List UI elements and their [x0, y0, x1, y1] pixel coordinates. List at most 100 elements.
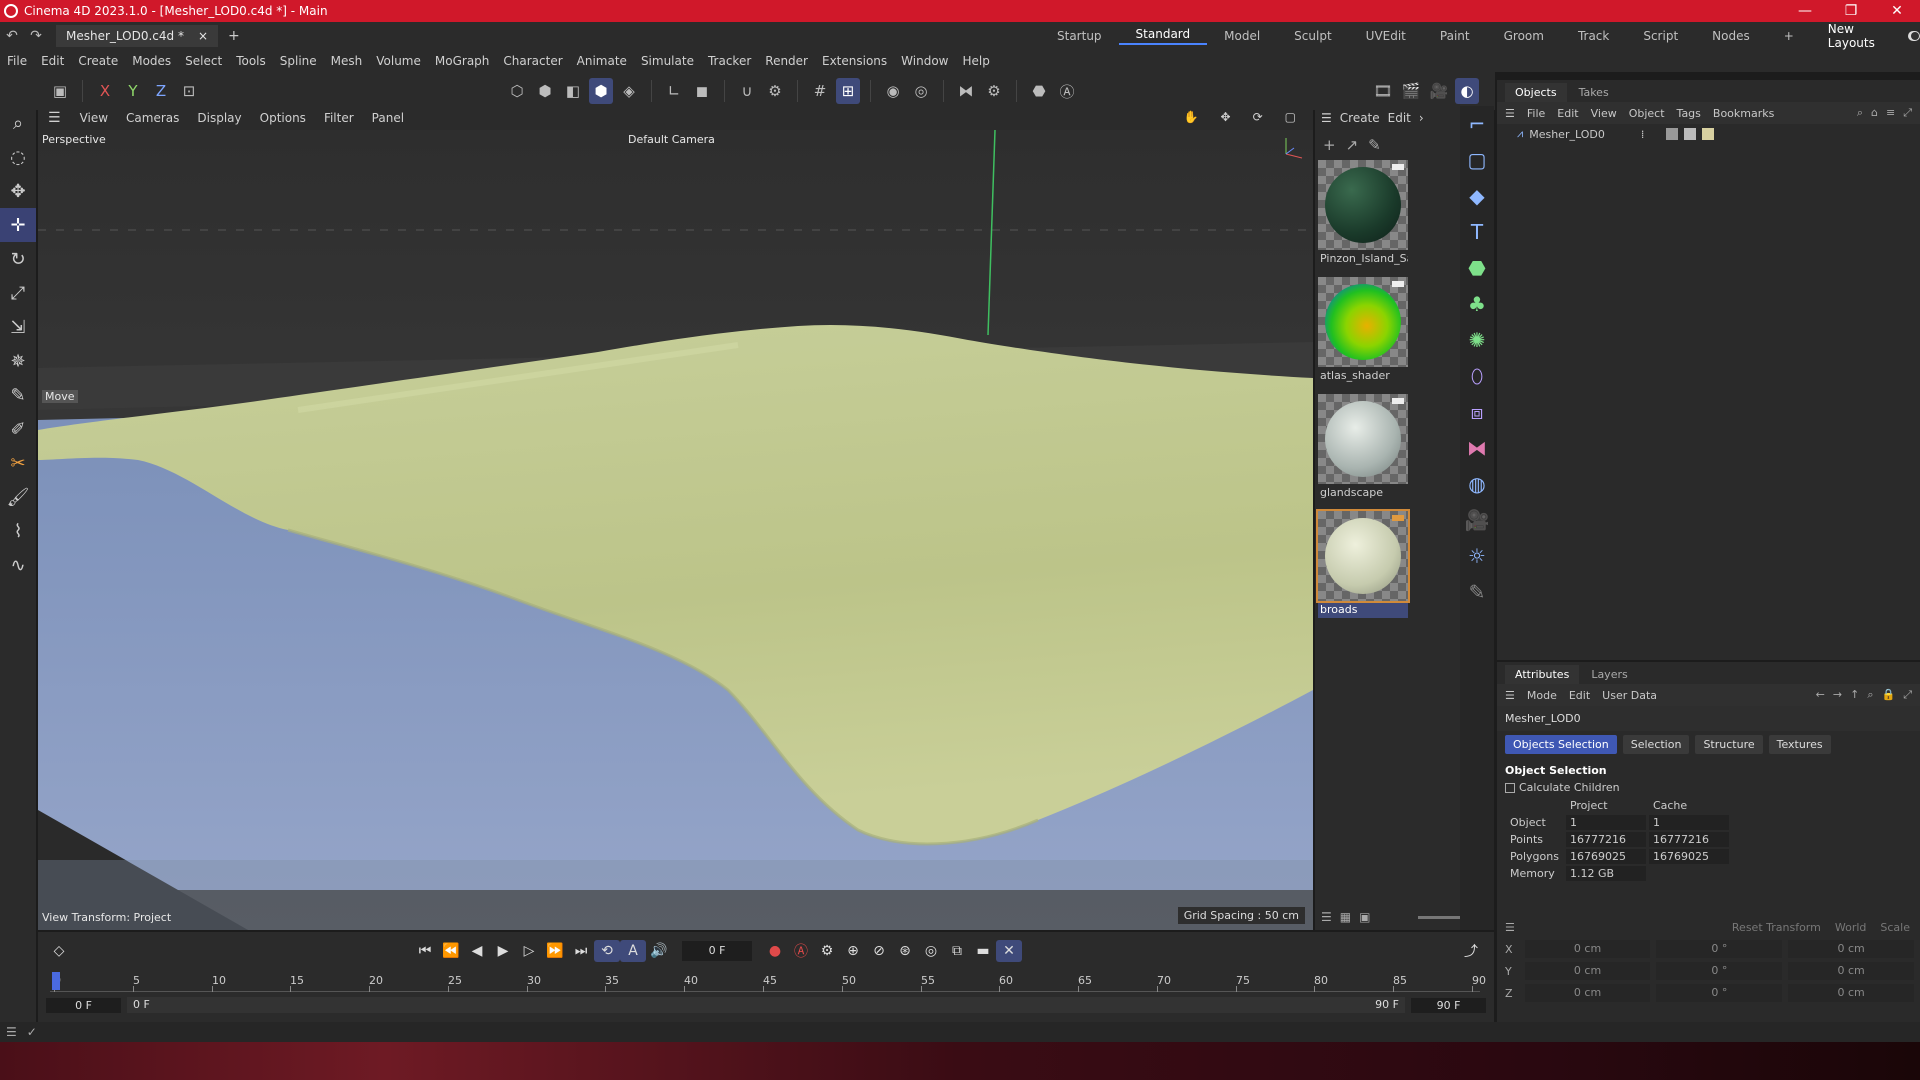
- object-menu-file[interactable]: File: [1527, 107, 1545, 120]
- object-row[interactable]: ⩘ Mesher_LOD0 ⁞: [1497, 124, 1920, 144]
- material-pinzon-island-sat[interactable]: Pinzon_Island_Sat: [1318, 160, 1408, 267]
- brush-tool-icon[interactable]: 🖌: [0, 480, 36, 514]
- key-rotation-icon[interactable]: ⊘: [866, 940, 892, 962]
- object-menu-edit[interactable]: Edit: [1557, 107, 1578, 120]
- animation-mode-icon[interactable]: A: [620, 940, 646, 962]
- viewport-menu-cameras[interactable]: Cameras: [117, 111, 188, 125]
- layout-tab-startup[interactable]: Startup: [1040, 29, 1119, 43]
- chip-objects-selection[interactable]: Objects Selection: [1505, 735, 1617, 754]
- snap-magnet-icon[interactable]: ∪: [735, 78, 759, 104]
- model-mode-icon[interactable]: ⬢: [589, 78, 613, 104]
- key-param-icon[interactable]: ◎: [918, 940, 944, 962]
- home-icon[interactable]: ⌂: [1871, 106, 1878, 120]
- new-window-icon[interactable]: ⤢: [1903, 688, 1912, 702]
- layout-tab-nodes[interactable]: Nodes: [1695, 29, 1767, 43]
- magnet-tool-icon[interactable]: ⌇: [0, 514, 36, 548]
- menu-tools[interactable]: Tools: [229, 54, 273, 68]
- menu-spline[interactable]: Spline: [273, 54, 324, 68]
- menu-modes[interactable]: Modes: [125, 54, 178, 68]
- search-icon[interactable]: ⌕: [0, 106, 36, 140]
- cloner-icon[interactable]: ♣: [1460, 286, 1494, 322]
- viewport-menu-options[interactable]: Options: [251, 111, 315, 125]
- edges-mode-icon[interactable]: ⬢: [533, 78, 557, 104]
- motion-icon[interactable]: ▬: [970, 940, 996, 962]
- visibility-dots-icon[interactable]: ⁞: [1641, 128, 1645, 141]
- position-z-field[interactable]: 0 cm: [1524, 984, 1651, 1002]
- autokey-icon[interactable]: Ⓐ: [788, 940, 814, 962]
- phong-tag-icon[interactable]: [1666, 128, 1679, 140]
- up-arrow-icon[interactable]: ↑: [1850, 688, 1859, 702]
- viewport-menu-display[interactable]: Display: [188, 111, 250, 125]
- points-mode-icon[interactable]: ⬡: [505, 78, 529, 104]
- volume-icon[interactable]: ⧓: [1460, 430, 1494, 466]
- key-pla-icon[interactable]: ⧉: [944, 940, 970, 962]
- rotate-view-icon[interactable]: ⟳: [1244, 110, 1272, 124]
- menu-help[interactable]: Help: [956, 54, 997, 68]
- solo-mode-icon[interactable]: ◼: [690, 78, 714, 104]
- next-frame-icon[interactable]: ▷: [516, 940, 542, 962]
- material-atlas-shader[interactable]: atlas_shader: [1318, 277, 1408, 384]
- object-menu-bookmarks[interactable]: Bookmarks: [1713, 107, 1774, 120]
- position-y-field[interactable]: 0 cm: [1524, 962, 1651, 980]
- text-icon[interactable]: T: [1460, 214, 1494, 250]
- go-to-end-icon[interactable]: ⏭: [568, 940, 594, 962]
- menu-render[interactable]: Render: [758, 54, 815, 68]
- large-view-icon[interactable]: ▣: [1359, 910, 1370, 924]
- rotate-tool-icon[interactable]: ↻: [0, 242, 36, 276]
- close-document-icon[interactable]: ×: [198, 29, 208, 43]
- attr-menu-user-data[interactable]: User Data: [1602, 689, 1657, 702]
- menu-character[interactable]: Character: [496, 54, 569, 68]
- symmetry-target-icon[interactable]: ◎: [909, 78, 933, 104]
- axis-mode-icon[interactable]: ∟: [662, 78, 686, 104]
- filter-icon[interactable]: ≡: [1886, 106, 1895, 120]
- select-tools-icon[interactable]: ✥: [0, 174, 36, 208]
- viewport-camera-label[interactable]: Default Camera: [628, 133, 715, 146]
- uv-mode-icon[interactable]: ◈: [617, 78, 641, 104]
- range-end-field[interactable]: 90 F: [1411, 997, 1486, 1013]
- material-broads[interactable]: broads: [1316, 509, 1410, 618]
- y-axis-lock-button[interactable]: Y: [121, 78, 145, 104]
- expand-icon[interactable]: ⤢: [1903, 106, 1912, 120]
- chip-selection[interactable]: Selection: [1622, 735, 1690, 754]
- interactive-render-icon[interactable]: ◐: [1455, 78, 1479, 104]
- scale-y-field[interactable]: 0 cm: [1788, 962, 1914, 980]
- timeline-graph-icon[interactable]: ⤴: [1458, 940, 1484, 962]
- generator-icon[interactable]: ⬣: [1460, 250, 1494, 286]
- live-selection-icon[interactable]: ◌: [0, 140, 36, 174]
- new-layouts-button[interactable]: New Layouts: [1811, 22, 1898, 50]
- scale-x-field[interactable]: 0 cm: [1788, 940, 1914, 958]
- object-menu-tags[interactable]: Tags: [1677, 107, 1701, 120]
- menu-file[interactable]: File: [0, 54, 34, 68]
- tab-layers[interactable]: Layers: [1581, 665, 1637, 684]
- keyframe-diamond-icon[interactable]: ◇: [46, 940, 72, 962]
- layout-tab-script[interactable]: Script: [1626, 29, 1695, 43]
- transform-tool-icon[interactable]: ⇲: [0, 310, 36, 344]
- environment-icon[interactable]: ◍: [1460, 466, 1494, 502]
- object-menu-icon[interactable]: ☰: [1505, 107, 1515, 120]
- z-axis-lock-button[interactable]: Z: [149, 78, 173, 104]
- sketch-tool-icon[interactable]: ✐: [0, 412, 36, 446]
- material-glandscape[interactable]: glandscape: [1318, 394, 1408, 501]
- polygons-mode-icon[interactable]: ◧: [561, 78, 585, 104]
- layout-tab-track[interactable]: Track: [1561, 29, 1626, 43]
- field-icon[interactable]: ⧈: [1460, 394, 1494, 430]
- spline-pen-icon[interactable]: ✎: [0, 378, 36, 412]
- null-object-icon[interactable]: ⌐: [1460, 106, 1494, 142]
- loop-icon[interactable]: ⟲: [594, 940, 620, 962]
- knife-tool-icon[interactable]: ✂: [0, 446, 36, 480]
- auto-keying-icon[interactable]: Ⓐ: [1055, 78, 1079, 104]
- lock-icon[interactable]: 🔒: [1881, 688, 1895, 702]
- minimize-button[interactable]: —: [1782, 3, 1828, 19]
- undo-icon[interactable]: ↶: [0, 28, 24, 44]
- coordinate-system-icon[interactable]: ⊡: [177, 78, 201, 104]
- key-position-icon[interactable]: ⊕: [840, 940, 866, 962]
- symmetry-icon[interactable]: ⧓: [954, 78, 978, 104]
- status-menu-icon[interactable]: ☰: [6, 1025, 17, 1039]
- back-arrow-icon[interactable]: ←: [1816, 688, 1825, 702]
- soft-selection-icon[interactable]: ◉: [881, 78, 905, 104]
- lock-workplane-icon[interactable]: ⬣: [1027, 78, 1051, 104]
- position-x-field[interactable]: 0 cm: [1524, 940, 1651, 958]
- x-axis-lock-button[interactable]: X: [93, 78, 117, 104]
- chip-structure[interactable]: Structure: [1695, 735, 1763, 754]
- attr-menu-icon[interactable]: ☰: [1505, 689, 1515, 702]
